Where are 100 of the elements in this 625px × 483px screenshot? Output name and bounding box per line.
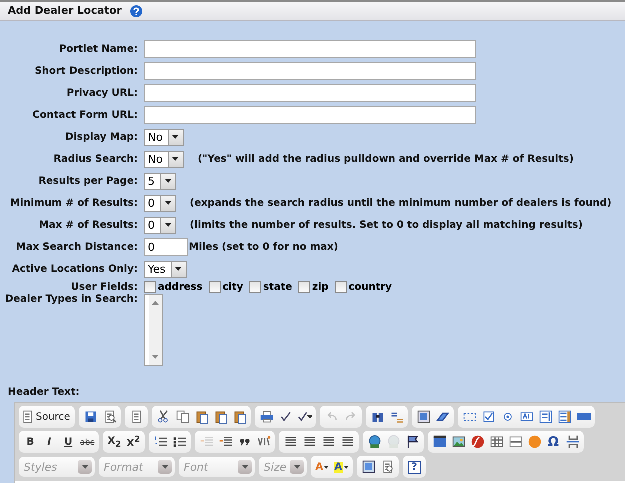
- dropdown-arrow-icon: [82, 465, 88, 469]
- checkbox-label: zip: [312, 282, 329, 292]
- toolbar-button[interactable]: Source: [21, 407, 74, 427]
- checkbox-label: country: [348, 282, 392, 292]
- field-label: Active Locations Only:: [11, 264, 138, 274]
- field-label: Minimum # of Results:: [9, 198, 138, 208]
- show-blocks-icon: [380, 460, 394, 474]
- toolbar-button[interactable]: ?: [405, 457, 424, 477]
- toolbar-button[interactable]: X$_{2}$: [105, 432, 124, 452]
- table-icon: [490, 435, 504, 449]
- magnifier-icon: [102, 410, 117, 424]
- scroll-up-icon[interactable]: [152, 301, 159, 305]
- toolbar-button[interactable]: abc: [78, 432, 97, 452]
- flash-icon: [470, 435, 484, 449]
- clipboard-icon: [214, 410, 228, 424]
- field-label: Radius Search:: [52, 154, 138, 164]
- field-label: Max Search Distance:: [15, 242, 138, 252]
- checkbox[interactable]: [208, 281, 221, 293]
- copy-icon: [176, 410, 190, 424]
- dropdown[interactable]: 5: [144, 172, 176, 190]
- checkbox[interactable]: [298, 281, 310, 293]
- hint-text: (expands the search radius until the minimum number of dealers is found): [190, 198, 612, 208]
- checkbox[interactable]: [249, 281, 262, 293]
- dropdown-arrow-icon: [172, 157, 180, 161]
- toolbar-button[interactable]: B: [21, 432, 40, 452]
- scroll-down-icon[interactable]: [152, 355, 159, 359]
- checkbox[interactable]: [334, 281, 347, 293]
- flag-icon: [406, 435, 420, 449]
- field-label: Display Map:: [64, 132, 138, 142]
- checkbox-icon: [482, 410, 496, 424]
- checkbox-label: state: [263, 282, 292, 292]
- page-break-icon: [566, 435, 580, 449]
- hint-text: (limits the number of results. Set to 0 to display all matching results): [190, 220, 583, 230]
- field-label: Dealer Types in Search:: [4, 294, 138, 305]
- align-icon: [302, 435, 316, 449]
- text-input[interactable]: [144, 40, 476, 58]
- outdent-icon: [200, 435, 214, 449]
- field-label: Max # of Results:: [38, 220, 138, 230]
- field-label: User Fields:: [70, 282, 138, 292]
- toolbar-button[interactable]: X$^{2}$: [124, 432, 143, 452]
- dropdown-arrow-icon: [164, 223, 172, 227]
- toolbar-button[interactable]: I: [40, 432, 59, 452]
- toolbar-button[interactable]: A: [332, 457, 351, 477]
- select-all-icon: [416, 410, 431, 424]
- align-icon: [284, 435, 298, 449]
- toolbar-button[interactable]: Ω: [544, 432, 563, 452]
- dropdown[interactable]: No: [144, 128, 184, 146]
- checkbox[interactable]: [144, 281, 156, 293]
- hint-text: Miles (set to 0 for no max): [189, 242, 338, 252]
- circle-icon: [528, 435, 542, 449]
- clipboard-icon: [194, 410, 209, 424]
- dropdown[interactable]: 0: [144, 216, 176, 234]
- globe-icon: [368, 435, 382, 449]
- field-label: Results per Page:: [38, 176, 138, 186]
- caret-icon: [344, 466, 350, 468]
- eraser-icon: [436, 410, 450, 424]
- scissors-icon: [156, 410, 171, 424]
- page-title: Add Dealer Locator: [8, 5, 122, 17]
- indent-icon: [218, 435, 232, 449]
- maximize-icon: [362, 460, 376, 474]
- printer-icon: [260, 410, 274, 424]
- dropdown-arrow-icon: [164, 201, 172, 205]
- dropdown[interactable]: Yes: [144, 260, 187, 278]
- field-label: Short Description:: [34, 66, 138, 76]
- text-input[interactable]: [144, 106, 476, 124]
- scrollbar[interactable]: [149, 295, 162, 365]
- globe-icon: [386, 435, 400, 449]
- dropdown-arrow-icon: [164, 179, 172, 183]
- text-input[interactable]: [144, 84, 476, 102]
- dropdown-arrow-icon: [162, 465, 168, 469]
- text-input[interactable]: [144, 62, 476, 80]
- help-icon[interactable]: [130, 4, 143, 18]
- text-field-icon: [520, 410, 534, 424]
- align-icon: [340, 435, 354, 449]
- check-icon: [298, 410, 312, 424]
- checkbox-label: address: [158, 282, 203, 292]
- caret-icon: [324, 466, 330, 468]
- field-label: Portlet Name:: [58, 44, 138, 54]
- list-box[interactable]: [144, 294, 163, 366]
- document-icon: [130, 410, 144, 424]
- dropdown[interactable]: No: [144, 150, 184, 168]
- replace-icon: [390, 410, 404, 424]
- dropdown[interactable]: 0: [144, 194, 176, 212]
- hint-text: ("Yes" will add the radius pulldown and override Max # of Results): [198, 154, 574, 164]
- field-label: Contact Form URL:: [32, 110, 138, 120]
- number-input[interactable]: 0: [144, 238, 188, 256]
- editor-label: Header Text:: [8, 387, 81, 398]
- bulleted-list-icon: [172, 435, 186, 449]
- image-icon: [452, 435, 466, 449]
- dropdown-arrow-icon: [172, 135, 180, 139]
- check-icon: [278, 410, 293, 424]
- text-area-icon: [538, 410, 553, 424]
- dropdown-arrow-icon: [294, 465, 300, 469]
- field-label: Privacy URL:: [66, 88, 138, 98]
- list-box-icon: [558, 410, 572, 424]
- numbered-list-icon: [154, 435, 168, 449]
- dropdown-arrow-icon: [242, 465, 248, 469]
- align-icon: [322, 435, 336, 449]
- document-icon: [21, 410, 35, 424]
- toolbar-button[interactable]: U: [59, 432, 78, 452]
